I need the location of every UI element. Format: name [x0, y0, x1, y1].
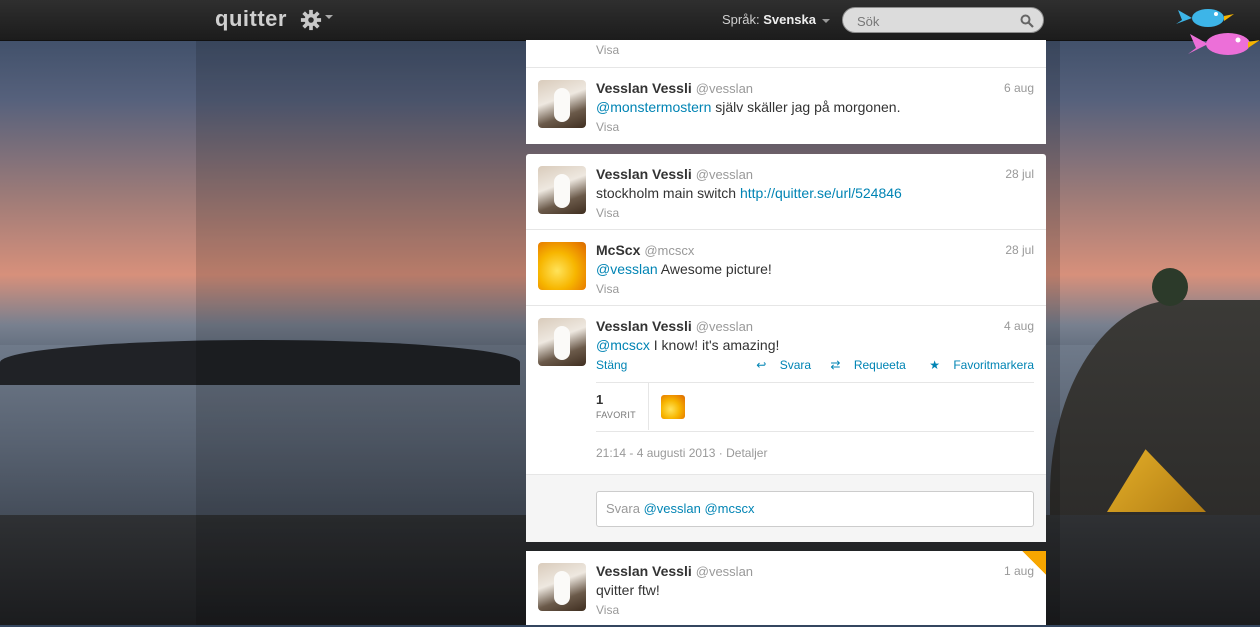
background-tree: [1152, 268, 1188, 306]
avatar[interactable]: [538, 166, 586, 214]
reply-box: Svara @vesslan @mcscx: [526, 474, 1046, 542]
favorite-count[interactable]: 1: [596, 392, 603, 407]
language-label: Språk:: [722, 12, 760, 27]
expand-link[interactable]: Visa: [596, 282, 619, 296]
tweet-date[interactable]: 6 aug: [1004, 81, 1034, 95]
search-box[interactable]: [842, 7, 1044, 33]
tweet-actions: ↩ Svara ⇄ Requeeta ★ Favoritmarkera: [736, 358, 1034, 372]
tweet-text: @vesslan Awesome picture!: [596, 261, 772, 277]
mention-link[interactable]: @monstermostern: [596, 99, 711, 115]
timeline-card: Vesslan Vessli @vesslan 1 aug qvitter ftw…: [526, 551, 1046, 625]
quitter-birds-icon: [1176, 9, 1260, 55]
tweet-handle[interactable]: @vesslan: [696, 564, 753, 579]
divider: [648, 383, 649, 430]
reply-input[interactable]: Svara @vesslan @mcscx: [596, 491, 1034, 527]
chevron-down-icon: [821, 18, 830, 23]
avatar[interactable]: [538, 242, 586, 290]
tweet-date[interactable]: 28 jul: [1005, 167, 1034, 181]
tweet-date[interactable]: 4 aug: [1004, 319, 1034, 333]
expand-link[interactable]: Visa: [596, 206, 619, 220]
tweet-stats: 1 FAVORIT: [596, 382, 1034, 432]
tweet-text: @monstermostern själv skäller jag på mor…: [596, 99, 901, 115]
expand-link[interactable]: Visa: [596, 603, 619, 617]
tweet-expanded[interactable]: Vesslan Vessli @vesslan 4 aug @mcscx I kn…: [526, 306, 1046, 474]
tweet-text: stockholm main switch http://quitter.se/…: [596, 185, 902, 201]
conversation-card: Vesslan Vessli @vesslan 28 jul stockholm …: [526, 154, 1046, 542]
avatar[interactable]: [538, 563, 586, 611]
reply-mentions: @vesslan @mcscx: [643, 501, 755, 516]
requeet-icon: ⇄: [830, 358, 841, 372]
expand-link[interactable]: Visa: [596, 120, 619, 134]
tweet-author[interactable]: Vesslan Vessli @vesslan: [596, 318, 753, 334]
expand-link[interactable]: Visa: [596, 43, 619, 57]
logo[interactable]: quitter: [215, 6, 287, 32]
tweet-author[interactable]: Vesslan Vessli @vesslan: [596, 166, 753, 182]
reply-icon: ↩: [756, 358, 767, 372]
tweet-handle[interactable]: @vesslan: [696, 81, 753, 96]
tweet-text: qvitter ftw!: [596, 582, 660, 598]
tweet-handle[interactable]: @vesslan: [696, 319, 753, 334]
tweet-author[interactable]: Vesslan Vessli @vesslan: [596, 563, 753, 579]
tweet-timestamp: 21:14 - 4 augusti 2013 · Detaljer: [596, 446, 768, 460]
chevron-down-icon[interactable]: [325, 15, 333, 19]
mention-link[interactable]: @vesslan: [596, 261, 658, 277]
tweet-text: @mcscx I know! it's amazing!: [596, 337, 780, 353]
tweet[interactable]: McScx @mcscx 28 jul @vesslan Awesome pict…: [526, 230, 1046, 306]
tweet-handle[interactable]: @mcscx: [644, 243, 694, 258]
avatar[interactable]: [538, 318, 586, 366]
details-link[interactable]: Detaljer: [726, 446, 767, 460]
star-icon: ★: [929, 358, 940, 372]
favorite-label: FAVORIT: [596, 410, 636, 420]
top-bar: quitter Språk: Svenska: [0, 0, 1260, 41]
tweet[interactable]: Vesslan Vessli @vesslan 1 aug qvitter ftw…: [526, 551, 1046, 627]
tweet-handle[interactable]: @vesslan: [696, 167, 753, 182]
tweet-date[interactable]: 28 jul: [1005, 243, 1034, 257]
search-input[interactable]: [855, 12, 1019, 30]
url-link[interactable]: http://quitter.se/url/524846: [740, 185, 902, 201]
tweet[interactable]: Vesslan Vessli @vesslan 28 jul stockholm …: [526, 154, 1046, 230]
favoriter-avatar[interactable]: [661, 395, 685, 419]
tweet-author[interactable]: Vesslan Vessli @vesslan: [596, 80, 753, 96]
language-selector[interactable]: Språk: Svenska: [722, 12, 830, 27]
favorite-action[interactable]: ★ Favoritmarkera: [919, 358, 1034, 372]
mention-link[interactable]: @mcscx: [596, 337, 650, 353]
language-value: Svenska: [763, 12, 816, 27]
gear-icon[interactable]: [300, 9, 322, 31]
search-icon[interactable]: [1020, 14, 1034, 28]
tweet-date[interactable]: 1 aug: [1004, 564, 1034, 578]
avatar[interactable]: [538, 80, 586, 128]
tweet[interactable]: Visa: [526, 40, 1046, 68]
requeet-action[interactable]: ⇄ Requeeta: [820, 358, 905, 372]
tweet-author[interactable]: McScx @mcscx: [596, 242, 694, 258]
collapse-link[interactable]: Stäng: [596, 358, 627, 372]
tweet[interactable]: Vesslan Vessli @vesslan 6 aug @monstermos…: [526, 68, 1046, 144]
reply-action[interactable]: ↩ Svara: [746, 358, 811, 372]
timeline-card: Visa Vesslan Vessli @vesslan 6 aug @monst…: [526, 40, 1046, 144]
